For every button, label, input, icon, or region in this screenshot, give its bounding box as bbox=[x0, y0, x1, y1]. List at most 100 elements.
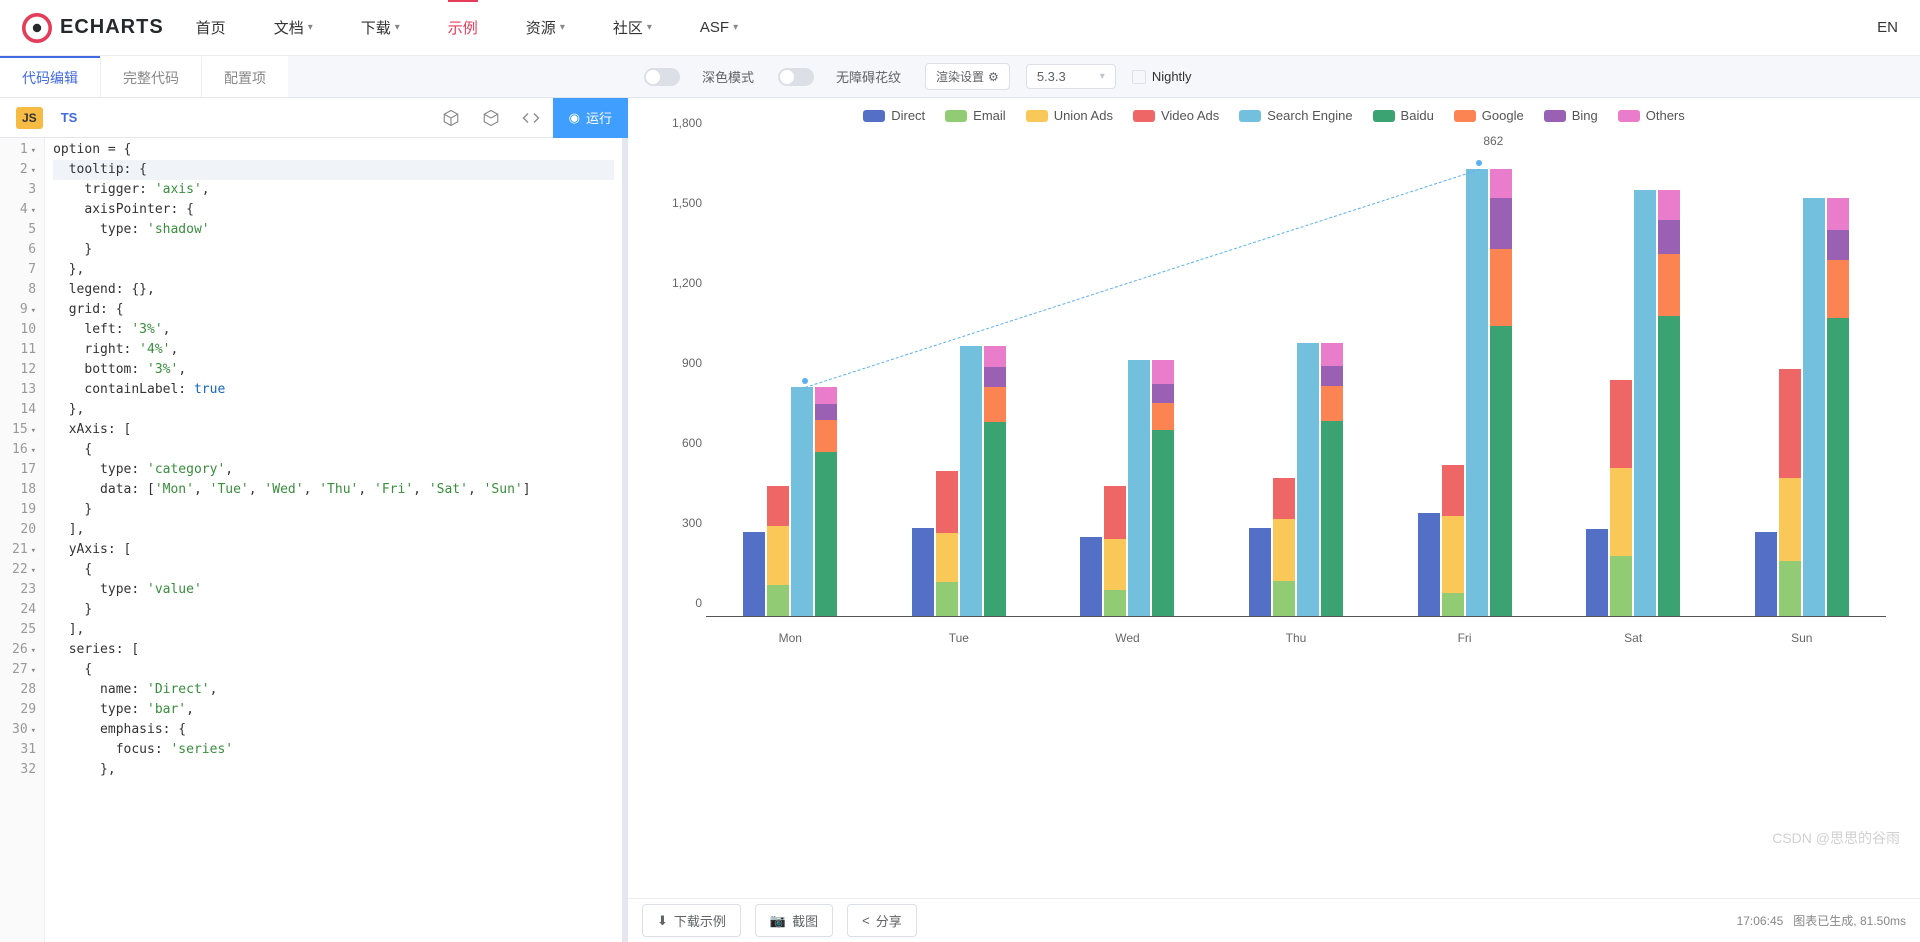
render-settings-button[interactable]: 渲染设置 ⚙ bbox=[925, 63, 1010, 90]
ts-button[interactable]: TS bbox=[61, 110, 78, 125]
code-content[interactable]: option = { tooltip: { trigger: 'axis', a… bbox=[45, 138, 622, 942]
bar[interactable] bbox=[767, 486, 789, 617]
tab-配置项[interactable]: 配置项 bbox=[201, 56, 288, 97]
bar[interactable] bbox=[1610, 380, 1632, 617]
bar[interactable] bbox=[743, 532, 765, 617]
legend-label: Bing bbox=[1572, 108, 1598, 123]
nav-item-下载[interactable]: 下载▾ bbox=[361, 0, 400, 56]
legend-label: Baidu bbox=[1401, 108, 1434, 123]
share-button[interactable]: <分享 bbox=[847, 904, 917, 937]
dark-mode-toggle[interactable] bbox=[644, 68, 680, 86]
nightly-checkbox[interactable] bbox=[1132, 70, 1146, 84]
legend-item[interactable]: Bing bbox=[1544, 108, 1598, 123]
nav-item-文档[interactable]: 文档▾ bbox=[274, 0, 313, 56]
bar-segment bbox=[1827, 318, 1849, 617]
bar[interactable] bbox=[1104, 486, 1126, 617]
bar[interactable] bbox=[1827, 198, 1849, 617]
bar-segment bbox=[1442, 516, 1464, 593]
screenshot-button[interactable]: 📷 截图 bbox=[755, 904, 833, 937]
bar[interactable] bbox=[960, 346, 982, 617]
screenshot-label: 截图 bbox=[792, 911, 818, 930]
bar[interactable] bbox=[791, 387, 813, 617]
chart-plot[interactable]: 03006009001,2001,5001,800 862 MonTueWedT… bbox=[706, 137, 1886, 657]
version-select[interactable]: 5.3.3 ▾ bbox=[1026, 64, 1116, 89]
nav-item-首页[interactable]: 首页 bbox=[196, 0, 226, 56]
bar-segment bbox=[1104, 539, 1126, 590]
bar-segment bbox=[815, 420, 837, 452]
bar[interactable] bbox=[1658, 190, 1680, 617]
nav-item-示例[interactable]: 示例 bbox=[448, 0, 478, 56]
bar[interactable] bbox=[1779, 369, 1801, 617]
bar[interactable] bbox=[936, 471, 958, 617]
legend-label: Email bbox=[973, 108, 1006, 123]
bar-segment bbox=[984, 346, 1006, 368]
download-button[interactable]: ⬇下载示例 bbox=[642, 904, 741, 937]
legend-item[interactable]: Email bbox=[945, 108, 1006, 123]
render-settings-label: 渲染设置 bbox=[936, 68, 984, 85]
bar-segment bbox=[960, 346, 982, 617]
bar[interactable] bbox=[815, 387, 837, 617]
bar[interactable] bbox=[984, 346, 1006, 617]
cube-icon[interactable] bbox=[441, 108, 461, 128]
legend-item[interactable]: Video Ads bbox=[1133, 108, 1219, 123]
y-tick: 1,500 bbox=[672, 196, 702, 210]
bar[interactable] bbox=[1586, 529, 1608, 617]
bar-group bbox=[1380, 137, 1549, 617]
chart-bottom-bar: ⬇下载示例 📷截图 <分享 17:06:45 图表已生成, 81.50ms bbox=[628, 898, 1920, 942]
legend-item[interactable]: Direct bbox=[863, 108, 925, 123]
bar[interactable] bbox=[1297, 343, 1319, 617]
nav-item-社区[interactable]: 社区▾ bbox=[613, 0, 652, 56]
a11y-pattern-label: 无障碍花纹 bbox=[836, 67, 901, 86]
bar[interactable] bbox=[1490, 169, 1512, 617]
bar[interactable] bbox=[912, 528, 934, 617]
bar[interactable] bbox=[1466, 169, 1488, 617]
run-label: 运行 bbox=[586, 108, 612, 127]
bar-segment bbox=[1152, 384, 1174, 403]
bar[interactable] bbox=[1634, 190, 1656, 617]
legend-item[interactable]: Search Engine bbox=[1239, 108, 1352, 123]
js-badge[interactable]: JS bbox=[16, 107, 43, 129]
bar[interactable] bbox=[1321, 343, 1343, 617]
bar[interactable] bbox=[1442, 465, 1464, 617]
bar[interactable] bbox=[1080, 537, 1102, 617]
x-label: Mon bbox=[706, 631, 875, 645]
code-editor[interactable]: 1▾2▾34▾56789▾101112131415▾16▾1718192021▾… bbox=[0, 138, 622, 942]
bar[interactable] bbox=[1803, 198, 1825, 617]
bar[interactable] bbox=[1128, 360, 1150, 617]
bar[interactable] bbox=[1273, 478, 1295, 617]
bar-segment bbox=[1827, 230, 1849, 259]
bar-segment bbox=[1827, 260, 1849, 319]
a11y-pattern-toggle[interactable] bbox=[778, 68, 814, 86]
bar-segment bbox=[815, 404, 837, 420]
bar[interactable] bbox=[1152, 360, 1174, 617]
bar[interactable] bbox=[1755, 532, 1777, 617]
box-icon[interactable] bbox=[481, 108, 501, 128]
x-label: Tue bbox=[875, 631, 1044, 645]
language-switch[interactable]: EN bbox=[1877, 19, 1898, 36]
dark-mode-label: 深色模式 bbox=[702, 67, 754, 86]
bar[interactable] bbox=[1249, 528, 1271, 617]
run-button[interactable]: ◉ 运行 bbox=[553, 98, 628, 138]
bar-segment bbox=[936, 533, 958, 582]
code-icon[interactable] bbox=[521, 108, 541, 128]
camera-icon: 📷 bbox=[770, 913, 786, 929]
logo[interactable]: ECHARTS bbox=[22, 13, 164, 43]
legend-item[interactable]: Google bbox=[1454, 108, 1524, 123]
bar[interactable] bbox=[1418, 513, 1440, 617]
x-label: Wed bbox=[1043, 631, 1212, 645]
x-label: Thu bbox=[1212, 631, 1381, 645]
nightly-option[interactable]: Nightly bbox=[1132, 69, 1192, 84]
bar-segment bbox=[1418, 513, 1440, 617]
legend-item[interactable]: Baidu bbox=[1373, 108, 1434, 123]
legend-item[interactable]: Union Ads bbox=[1026, 108, 1113, 123]
tab-完整代码[interactable]: 完整代码 bbox=[100, 56, 201, 97]
nav-item-ASF[interactable]: ASF▾ bbox=[700, 0, 738, 56]
share-label: 分享 bbox=[876, 911, 902, 930]
tab-代码编辑[interactable]: 代码编辑 bbox=[0, 56, 100, 97]
bar-segment bbox=[1152, 430, 1174, 617]
legend-swatch bbox=[1544, 110, 1566, 122]
bar-segment bbox=[1466, 169, 1488, 617]
bar-segment bbox=[1321, 421, 1343, 617]
nav-item-资源[interactable]: 资源▾ bbox=[526, 0, 565, 56]
legend-item[interactable]: Others bbox=[1618, 108, 1685, 123]
